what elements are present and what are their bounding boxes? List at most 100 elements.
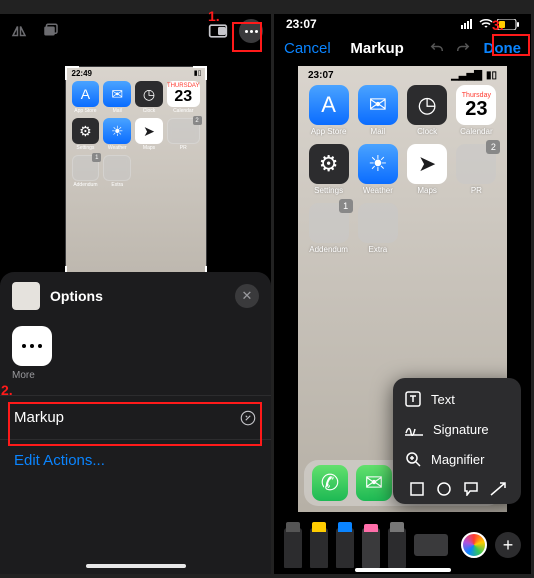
home-indicator[interactable] bbox=[355, 568, 451, 572]
sheet-title: Options bbox=[50, 288, 103, 304]
app-label: Maps bbox=[135, 145, 163, 151]
app-label: Addendum bbox=[309, 245, 348, 254]
app-label: Extra bbox=[103, 182, 131, 188]
canvas-signal-icon: ▁▃▅▇ bbox=[451, 70, 482, 81]
app-clock: ◷Clock bbox=[135, 81, 163, 114]
app-label: Mail bbox=[103, 108, 131, 114]
app-mail: ✉︎Mail bbox=[357, 85, 398, 136]
app-label: Maps bbox=[417, 186, 437, 195]
app-app-store: AApp Store bbox=[72, 81, 100, 114]
app-maps: ➤Maps bbox=[135, 118, 163, 151]
signature-icon bbox=[405, 422, 423, 436]
shape-square[interactable] bbox=[408, 480, 426, 498]
app-label: App Store bbox=[311, 127, 347, 136]
text-icon bbox=[405, 391, 421, 407]
photo-thumbnail: 22:49 ▮▯ AApp Store✉︎Mail◷ClockTHURSDAY2… bbox=[65, 66, 207, 280]
shape-arrow[interactable] bbox=[489, 480, 507, 498]
photo-crop-area[interactable]: 22:49 ▮▯ AApp Store✉︎Mail◷ClockTHURSDAY2… bbox=[0, 66, 271, 280]
signal-icon bbox=[457, 19, 475, 29]
markup-tool-tray: + bbox=[274, 522, 531, 568]
app-label: Calendar bbox=[167, 108, 200, 114]
crop-corner-tr[interactable] bbox=[193, 66, 207, 80]
app-extra: Extra bbox=[103, 155, 131, 188]
badge: 1 bbox=[92, 153, 101, 162]
app-addendum: 1Addendum bbox=[72, 155, 100, 188]
app-calendar: Thursday23Calendar bbox=[456, 85, 497, 136]
insert-signature-label: Signature bbox=[433, 422, 489, 437]
annotation-step-3: 3. bbox=[492, 17, 504, 33]
app-weather: ☀︎Weather bbox=[103, 118, 131, 151]
app-settings: ⚙︎Settings bbox=[72, 118, 100, 151]
photos-edit-screen: 22:49 ▮▯ AApp Store✉︎Mail◷ClockTHURSDAY2… bbox=[0, 14, 271, 574]
app-label: Calendar bbox=[460, 127, 492, 136]
app-clock: ◷Clock bbox=[407, 85, 448, 136]
shape-speech[interactable] bbox=[462, 480, 480, 498]
shape-circle[interactable] bbox=[435, 480, 453, 498]
badge: 2 bbox=[486, 140, 500, 154]
marker-tool[interactable] bbox=[310, 528, 328, 568]
app-label: Clock bbox=[417, 127, 437, 136]
app-calendar: THURSDAY23Calendar bbox=[167, 81, 200, 114]
album-icon[interactable] bbox=[40, 20, 62, 42]
insert-text[interactable]: Text bbox=[393, 384, 521, 414]
sheet-close-button[interactable]: ✕ bbox=[235, 284, 259, 308]
app-label: Settings bbox=[314, 186, 343, 195]
app-label: PR bbox=[167, 145, 200, 151]
app-label: Mail bbox=[371, 127, 386, 136]
color-picker[interactable] bbox=[461, 532, 487, 558]
app-extra: Extra bbox=[357, 203, 398, 254]
annotation-step-1: 1. bbox=[208, 8, 220, 24]
app-mail: ✉︎Mail bbox=[103, 81, 131, 114]
app-label: Weather bbox=[363, 186, 393, 195]
more-action-button[interactable] bbox=[12, 326, 52, 366]
lasso-tool[interactable] bbox=[388, 528, 406, 568]
sheet-photo-thumb bbox=[12, 282, 40, 310]
insert-signature[interactable]: Signature bbox=[393, 414, 521, 444]
add-shape-button[interactable]: + bbox=[495, 532, 521, 558]
magnifier-icon bbox=[405, 451, 421, 467]
dock-app: ✉︎ bbox=[356, 465, 392, 501]
app-settings: ⚙︎Settings bbox=[308, 144, 349, 195]
annotation-box-2 bbox=[8, 402, 262, 446]
pen-tool[interactable] bbox=[284, 528, 302, 568]
redo-button[interactable] bbox=[454, 39, 472, 57]
home-indicator[interactable] bbox=[86, 564, 186, 568]
insert-magnifier-label: Magnifier bbox=[431, 452, 484, 467]
app-pr: 2PR bbox=[456, 144, 497, 195]
dock-app: ✆ bbox=[312, 465, 348, 501]
eraser-tool[interactable] bbox=[362, 528, 380, 568]
app-pr: 2 PR bbox=[167, 118, 200, 151]
cancel-button[interactable]: Cancel bbox=[284, 40, 331, 57]
canvas-battery-icon: ▮▯ bbox=[486, 70, 497, 81]
insert-text-label: Text bbox=[431, 392, 455, 407]
markup-screen: 23:07 Cancel Markup Done bbox=[274, 14, 531, 574]
badge: 2 bbox=[193, 116, 202, 125]
more-action-label: More bbox=[12, 370, 259, 381]
edit-actions-link[interactable]: Edit Actions... bbox=[0, 440, 271, 481]
crop-corner-tl[interactable] bbox=[65, 66, 79, 80]
ruler-tool[interactable] bbox=[414, 534, 448, 556]
app-label: Settings bbox=[72, 145, 100, 151]
canvas-status-time: 23:07 bbox=[308, 70, 334, 81]
annotation-box-3 bbox=[492, 34, 530, 56]
app-weather: ☀︎Weather bbox=[357, 144, 398, 195]
app-label: Extra bbox=[369, 245, 388, 254]
flip-icon[interactable] bbox=[8, 20, 30, 42]
markup-title: Markup bbox=[331, 40, 424, 57]
insert-magnifier[interactable]: Magnifier bbox=[393, 444, 521, 474]
app-app-store: AApp Store bbox=[308, 85, 349, 136]
app-label: Clock bbox=[135, 108, 163, 114]
pencil-tool[interactable] bbox=[336, 528, 354, 568]
app-label: Weather bbox=[103, 145, 131, 151]
status-time: 23:07 bbox=[286, 17, 317, 31]
undo-button[interactable] bbox=[428, 39, 446, 57]
app-label: PR bbox=[471, 186, 482, 195]
annotation-box-1 bbox=[232, 22, 262, 52]
app-label: App Store bbox=[72, 108, 100, 114]
app-maps: ➤Maps bbox=[407, 144, 448, 195]
shapes-popover: Text Signature Magnifier bbox=[393, 378, 521, 504]
wifi-icon bbox=[475, 19, 493, 29]
app-addendum: 1Addendum bbox=[308, 203, 349, 254]
editor-toolbar bbox=[0, 14, 271, 48]
badge: 1 bbox=[339, 199, 353, 213]
